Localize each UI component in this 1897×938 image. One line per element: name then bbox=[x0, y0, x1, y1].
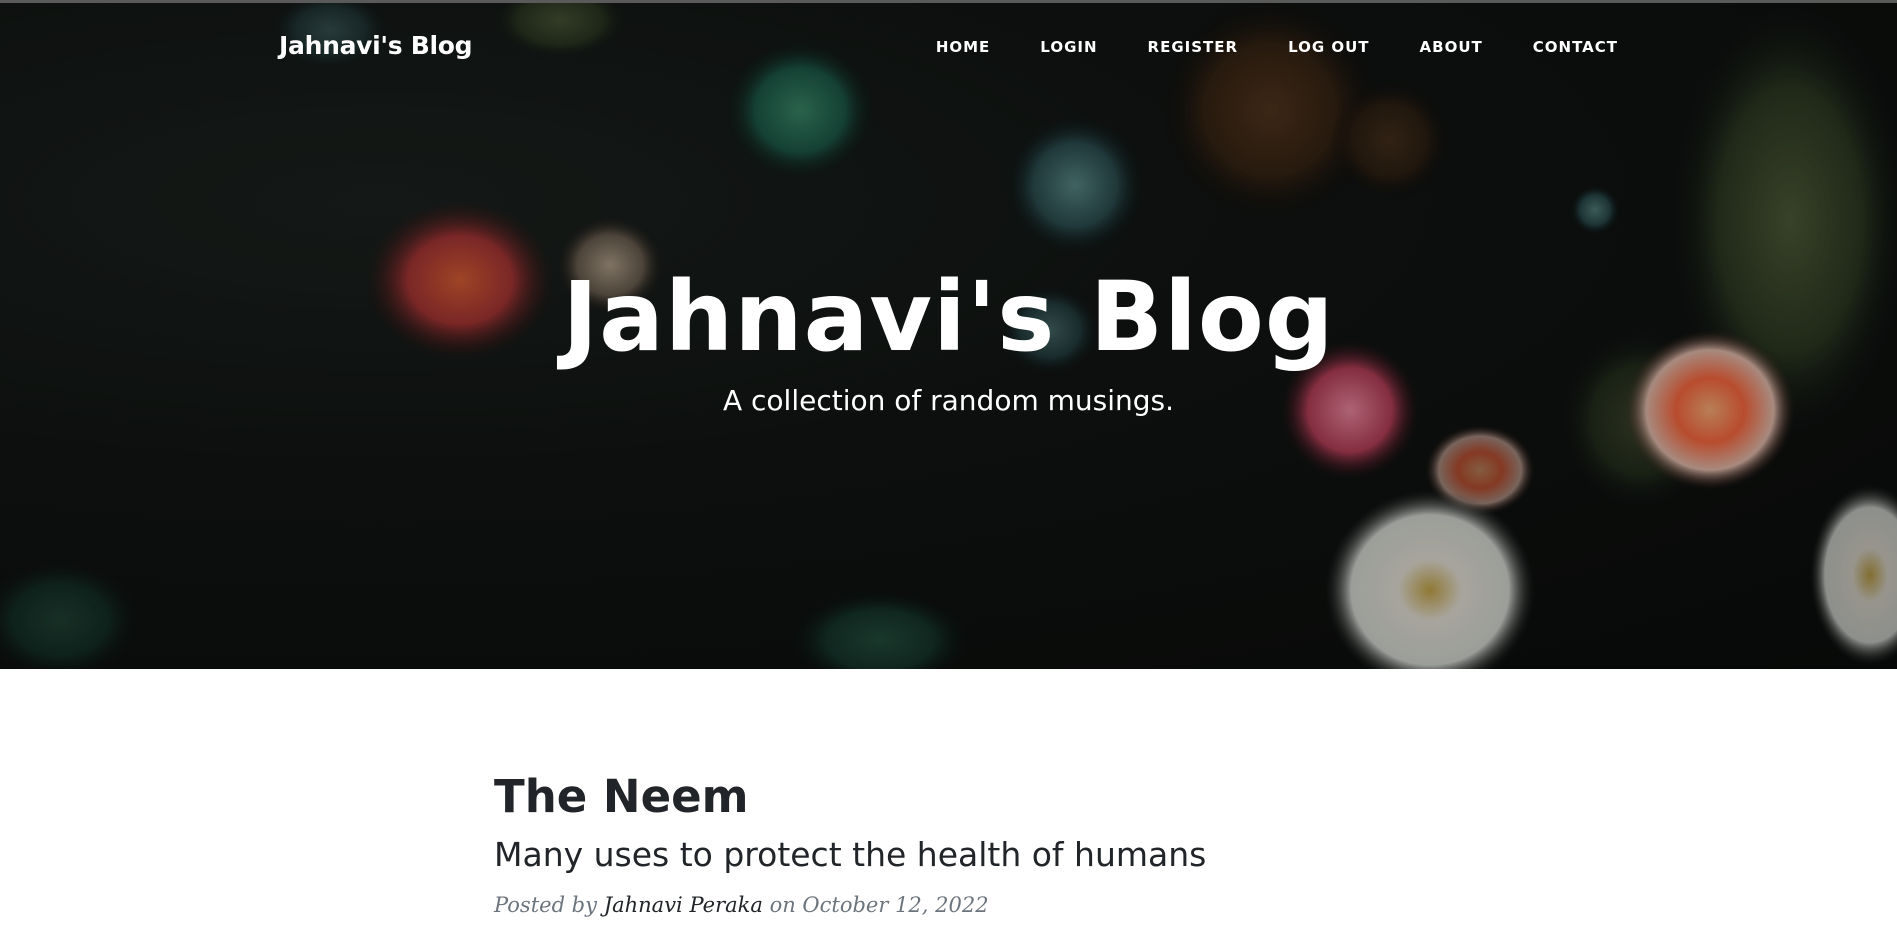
post-title-link[interactable]: The Neem bbox=[494, 765, 1454, 829]
hero-title: Jahnavi's Blog bbox=[562, 261, 1335, 373]
nav-link-login[interactable]: LOGIN bbox=[1040, 38, 1097, 56]
post-preview: The Neem Many uses to protect the health… bbox=[494, 765, 1454, 938]
nav-link-home[interactable]: HOME bbox=[936, 38, 990, 56]
nav-link-contact[interactable]: CONTACT bbox=[1533, 38, 1618, 56]
nav-links: HOME LOGIN REGISTER LOG OUT ABOUT CONTAC… bbox=[886, 38, 1618, 56]
nav-link-about[interactable]: ABOUT bbox=[1420, 38, 1483, 56]
post-date: October 12, 2022 bbox=[802, 893, 989, 917]
site-heading: Jahnavi's Blog A collection of random mu… bbox=[0, 262, 1897, 418]
hero-subtitle: A collection of random musings. bbox=[722, 384, 1175, 417]
post-author-link[interactable]: Jahnavi Peraka bbox=[604, 893, 763, 917]
browser-top-rule bbox=[0, 0, 1897, 3]
post-meta-on: on bbox=[769, 893, 796, 917]
post-meta: Posted by Jahnavi Peraka on October 12, … bbox=[494, 893, 1454, 917]
nav-link-logout[interactable]: LOG OUT bbox=[1288, 38, 1369, 56]
main-navbar: Jahnavi's Blog HOME LOGIN REGISTER LOG O… bbox=[0, 3, 1897, 89]
post-subtitle-link[interactable]: Many uses to protect the health of human… bbox=[494, 833, 1454, 877]
nav-link-register[interactable]: REGISTER bbox=[1148, 38, 1239, 56]
post-meta-prefix: Posted by bbox=[494, 893, 597, 917]
navbar-brand-link[interactable]: Jahnavi's Blog bbox=[279, 31, 473, 60]
hero-header: Jahnavi's Blog A collection of random mu… bbox=[0, 0, 1897, 669]
